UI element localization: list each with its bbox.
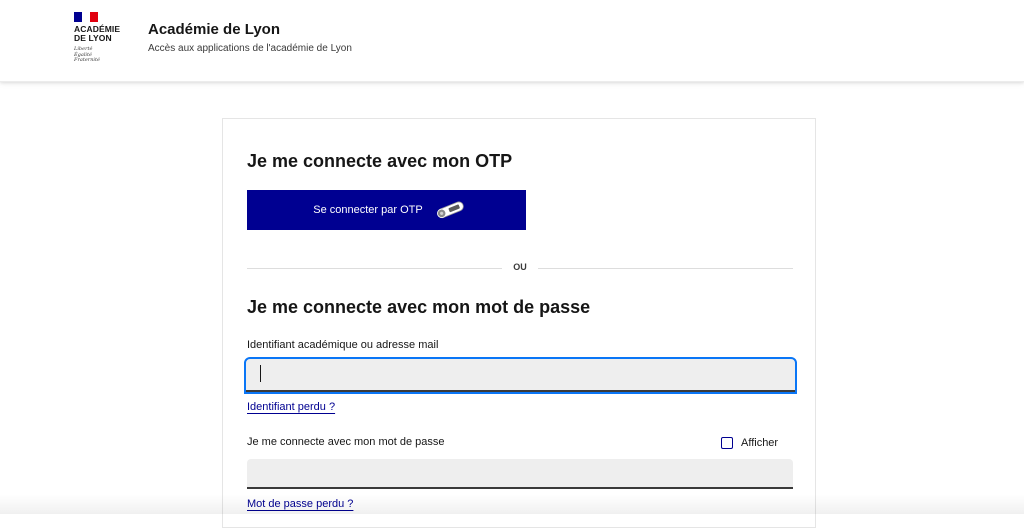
show-password-checkbox[interactable] xyxy=(721,437,733,449)
text-caret xyxy=(260,365,261,382)
otp-token-icon xyxy=(436,201,464,219)
site-header: ACADÉMIE DE LYON Liberté Égalité Fratern… xyxy=(0,0,1024,82)
otp-button-label: Se connecter par OTP xyxy=(313,204,423,216)
otp-heading: Je me connecte avec mon OTP xyxy=(247,151,513,171)
show-password-toggle[interactable]: Afficher xyxy=(721,436,778,450)
show-password-label[interactable]: Afficher xyxy=(741,437,778,449)
logo-title: ACADÉMIE DE LYON xyxy=(74,24,121,43)
site-title[interactable]: Académie de Lyon xyxy=(148,21,280,38)
password-input[interactable] xyxy=(247,459,793,489)
logo-motto: Liberté Égalité Fraternité xyxy=(74,46,100,63)
otp-login-button[interactable]: Se connecter par OTP xyxy=(247,190,526,230)
identifier-label: Identifiant académique ou adresse mail xyxy=(247,339,439,351)
separator-line xyxy=(538,268,793,269)
republic-flag-icon xyxy=(74,12,98,22)
site-subtitle: Accès aux applications de l'académie de … xyxy=(148,43,352,54)
password-heading: Je me connecte avec mon mot de passe xyxy=(247,297,591,317)
separator-label: OU xyxy=(513,262,527,272)
identifier-input[interactable] xyxy=(244,357,797,394)
identifier-lost-link[interactable]: Identifiant perdu ? xyxy=(247,401,335,413)
password-label: Je me connecte avec mon mot de passe xyxy=(247,436,445,448)
password-lost-link[interactable]: Mot de passe perdu ? xyxy=(247,498,353,510)
or-separator: OU xyxy=(247,259,793,279)
academie-logo[interactable]: ACADÉMIE DE LYON Liberté Égalité Fratern… xyxy=(74,12,130,68)
login-card: Je me connecte avec mon OTP Se connecter… xyxy=(222,118,816,528)
